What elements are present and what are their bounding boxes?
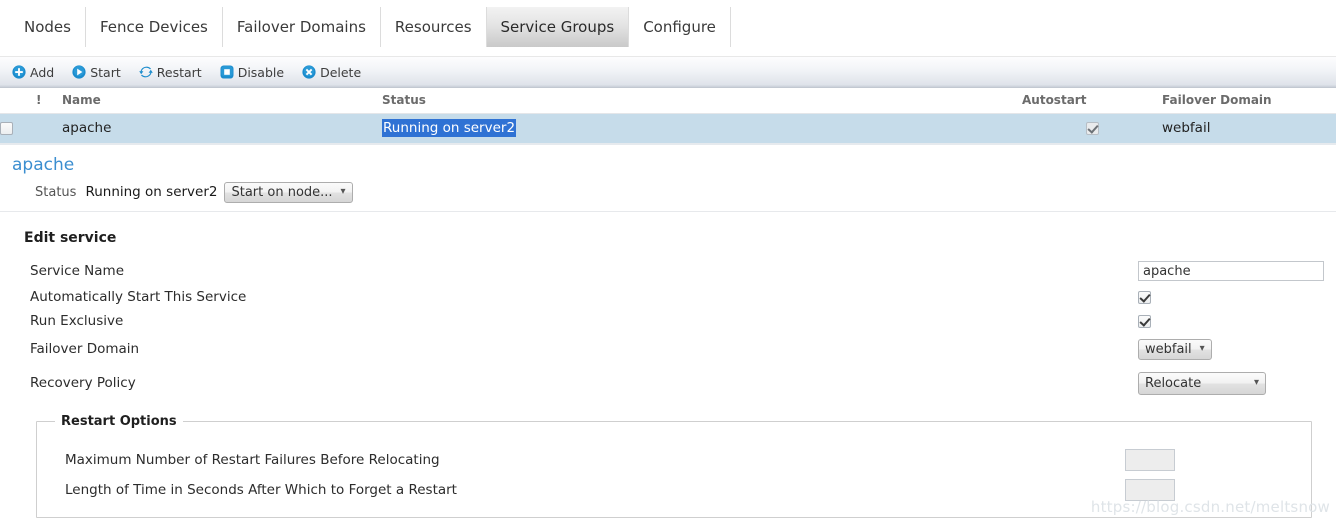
restart-options-fieldset: Restart Options Maximum Number of Restar… [36,414,1312,518]
form-row-recovery-policy: Recovery Policy Relocate ▾ [0,366,1336,400]
tab-label: Resources [394,17,472,36]
max-restart-failures-input[interactable] [1125,449,1175,471]
disable-button[interactable]: Disable [220,65,284,80]
row-autostart-cell [1022,113,1162,143]
page-title: apache [12,155,75,175]
header-checkbox-column [0,88,36,114]
add-button[interactable]: Add [12,65,54,80]
start-button[interactable]: Start [72,65,121,80]
service-detail-header: apache Status Running on server2 Start o… [0,145,1336,205]
header-name[interactable]: Name [62,88,382,114]
tab-resources[interactable]: Resources [381,7,487,47]
row-status-selected-text: Running on server2 [382,119,517,137]
restart-button-label: Restart [156,64,202,80]
start-on-node-value: Start on node... [231,184,333,200]
edit-service-form: Service Name Automatically Start This Se… [0,246,1336,400]
edit-service-title: Edit service [24,230,117,246]
header-failover-domain[interactable]: Failover Domain [1162,88,1336,114]
row-select-checkbox[interactable] [0,121,13,135]
service-groups-table: ! Name Status Autostart Failover Domain … [0,88,1336,143]
recovery-policy-value: Relocate [1145,375,1202,391]
table-row[interactable]: apache Running on server2 webfail [0,113,1336,143]
form-row-failover-domain: Failover Domain webfail ▾ [0,332,1336,366]
header-autostart[interactable]: Autostart [1022,88,1162,114]
tab-configure[interactable]: Configure [629,7,731,47]
form-row-autostart: Automatically Start This Service [0,284,1336,310]
row-autostart-checkbox [1085,121,1099,135]
autostart-label: Automatically Start This Service [30,289,247,305]
row-failover-domain-cell: webfail [1162,113,1336,143]
service-status-line: Status Running on server2 Start on node.… [12,179,1336,205]
disable-button-label: Disable [237,64,285,80]
restart-arrows-icon [138,65,153,79]
chevron-down-icon: ▾ [1199,343,1205,354]
tab-label: Failover Domains [236,17,366,36]
max-restart-failures-control [1125,449,1297,471]
row-status-cell: Running on server2 [382,113,1022,143]
status-value: Running on server2 [85,184,218,200]
x-circle-icon [302,65,316,79]
play-circle-icon [72,65,86,79]
autostart-checkbox[interactable] [1138,290,1151,304]
form-row-service-name: Service Name [0,258,1336,284]
table-header: ! Name Status Autostart Failover Domain [0,88,1336,114]
form-row-forget-restart-time: Length of Time in Seconds After Which to… [51,475,1297,505]
restart-button[interactable]: Restart [138,64,202,80]
header-bang[interactable]: ! [36,88,62,114]
chevron-down-icon: ▾ [340,186,346,197]
stop-square-icon [220,65,234,79]
status-label: Status [35,184,77,200]
add-button-label: Add [30,64,55,80]
tab-label: Service Groups [500,17,615,36]
header-status[interactable]: Status [382,88,1022,114]
start-button-label: Start [90,64,121,80]
tab-label: Fence Devices [99,17,208,36]
row-bang-cell [36,113,62,143]
delete-button-label: Delete [320,64,362,80]
failover-domain-select[interactable]: webfail ▾ [1138,338,1212,360]
tab-label: Configure [643,17,716,36]
max-restart-failures-label: Maximum Number of Restart Failures Befor… [65,452,440,468]
recovery-policy-control: Relocate ▾ [1138,371,1330,395]
row-select-cell [0,113,36,143]
main-tab-bar: Nodes Fence Devices Failover Domains Res… [0,0,1336,56]
service-name-input[interactable] [1138,261,1324,281]
forget-restart-time-input[interactable] [1125,479,1175,501]
tab-nodes[interactable]: Nodes [14,7,86,47]
forget-restart-time-control [1125,479,1297,501]
service-name-control [1138,261,1330,281]
run-exclusive-label: Run Exclusive [30,313,124,329]
run-exclusive-checkbox[interactable] [1138,314,1151,328]
restart-options-legend: Restart Options [61,414,177,429]
table-body: apache Running on server2 webfail [0,113,1336,143]
failover-domain-label: Failover Domain [30,341,140,357]
chevron-down-icon: ▾ [1253,377,1259,388]
service-toolbar: Add Start Restart Disable Delete [0,56,1336,88]
forget-restart-time-label: Length of Time in Seconds After Which to… [65,482,457,498]
recovery-policy-label: Recovery Policy [30,375,136,391]
tab-label: Nodes [24,17,71,36]
recovery-policy-select[interactable]: Relocate ▾ [1138,371,1266,395]
autostart-control [1138,290,1330,304]
tab-fence-devices[interactable]: Fence Devices [86,7,223,47]
run-exclusive-control [1138,314,1330,328]
row-name-cell: apache [62,113,382,143]
tab-failover-domains[interactable]: Failover Domains [223,7,381,47]
delete-button[interactable]: Delete [302,65,361,80]
plus-circle-icon [12,65,26,79]
tab-service-groups[interactable]: Service Groups [486,7,630,47]
service-name-label: Service Name [30,263,125,279]
failover-domain-value: webfail [1145,341,1192,357]
failover-domain-control: webfail ▾ [1138,338,1330,360]
table-header-row: ! Name Status Autostart Failover Domain [0,88,1336,114]
form-row-max-restart-failures: Maximum Number of Restart Failures Befor… [51,445,1297,475]
start-on-node-select[interactable]: Start on node... ▾ [224,181,353,203]
form-row-run-exclusive: Run Exclusive [0,310,1336,332]
